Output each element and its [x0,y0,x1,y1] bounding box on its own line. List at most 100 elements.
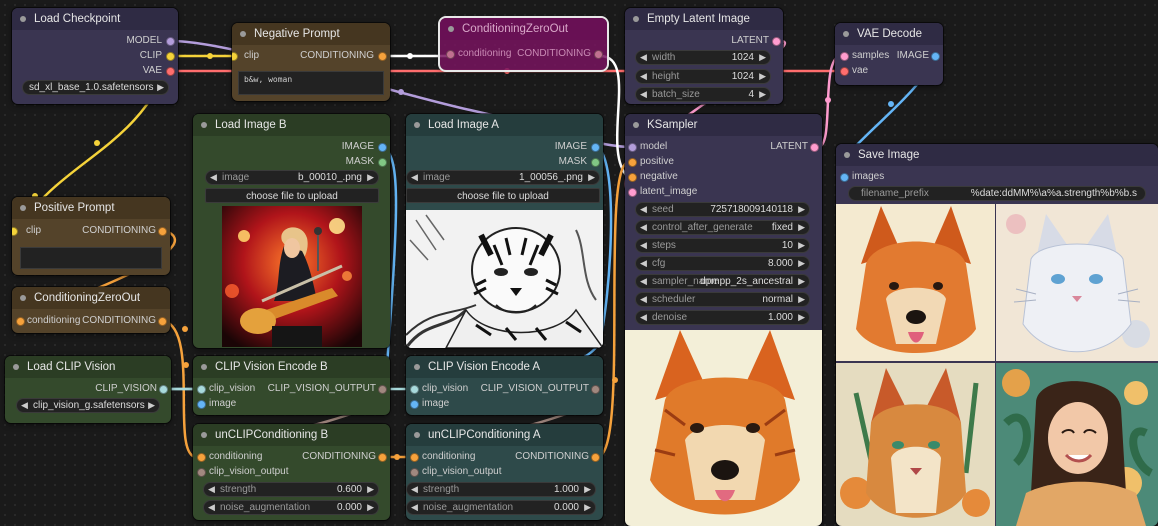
chevron-right-icon[interactable]: ▶ [148,400,155,411]
node-title[interactable]: Load Checkpoint [12,8,178,30]
prompt-text-area[interactable]: b&w, woman [238,71,384,95]
output-socket-mask[interactable] [591,158,600,167]
input-socket-clip-vision-output[interactable] [410,468,419,477]
clip-vision-encode-b-node[interactable]: CLIP Vision Encode B clip_vision image C… [193,356,390,415]
strength-widget[interactable]: ◀ strength 1.000 ▶ [406,482,596,497]
noise-augmentation-widget[interactable]: ◀ noise_augmentation 0.000 ▶ [406,500,596,515]
chevron-right-icon[interactable]: ▶ [759,52,766,63]
chevron-left-icon[interactable]: ◀ [21,400,28,411]
chevron-left-icon[interactable]: ◀ [210,172,217,183]
image-select-widget[interactable]: ◀ image b_00010_.png ▶ [205,170,379,185]
conditioning-zeroout-left-node[interactable]: ConditioningZeroOut conditioning CONDITI… [12,287,170,333]
chevron-left-icon[interactable]: ◀ [411,502,418,513]
output-socket-mask[interactable] [378,158,387,167]
image-select-widget[interactable]: ◀ image 1_00056_.png ▶ [406,170,600,185]
chevron-left-icon[interactable]: ◀ [640,89,647,100]
choose-file-button[interactable]: choose file to upload [205,188,379,203]
input-socket-positive[interactable] [628,158,637,167]
chevron-right-icon[interactable]: ▶ [157,82,164,93]
chevron-right-icon[interactable]: ▶ [367,484,374,495]
chevron-right-icon[interactable]: ▶ [798,312,805,323]
input-socket-image[interactable] [197,400,206,409]
strength-widget[interactable]: ◀ strength 0.600 ▶ [203,482,379,497]
prompt-text-area[interactable] [20,247,162,269]
input-socket-image[interactable] [410,400,419,409]
input-socket-conditioning[interactable] [446,50,455,59]
batch-size-widget[interactable]: ◀ batch_size 4 ▶ [635,87,771,102]
node-title[interactable]: ConditioningZeroOut [12,287,170,309]
unclip-conditioning-b-node[interactable]: unCLIPConditioning B conditioning clip_v… [193,424,390,520]
chevron-left-icon[interactable]: ◀ [411,172,418,183]
input-socket-conditioning[interactable] [16,317,25,326]
chevron-right-icon[interactable]: ▶ [798,240,805,251]
steps-widget[interactable]: ◀ steps 10 ▶ [635,238,810,253]
input-socket-conditioning[interactable] [197,453,206,462]
chevron-right-icon[interactable]: ▶ [367,172,374,183]
cfg-widget[interactable]: ◀ cfg 8.000 ▶ [635,256,810,271]
output-socket-clip[interactable] [166,52,175,61]
node-title[interactable]: ConditioningZeroOut [440,18,607,40]
node-title[interactable]: unCLIPConditioning A [406,424,603,446]
input-socket-clip-vision[interactable] [197,385,206,394]
chevron-left-icon[interactable]: ◀ [640,240,647,251]
output-socket-latent[interactable] [772,37,781,46]
output-socket-conditioning[interactable] [158,317,167,326]
chevron-right-icon[interactable]: ▶ [588,172,595,183]
clip-vision-encode-a-node[interactable]: CLIP Vision Encode A clip_vision image C… [406,356,603,415]
ksampler-node[interactable]: KSampler model positive negative latent_… [625,114,822,526]
chevron-left-icon[interactable]: ◀ [208,484,215,495]
chevron-right-icon[interactable]: ▶ [584,484,591,495]
node-title[interactable]: Save Image [836,144,1158,166]
chevron-right-icon[interactable]: ▶ [798,294,805,305]
unclip-conditioning-a-node[interactable]: unCLIPConditioning A conditioning clip_v… [406,424,603,520]
chevron-right-icon[interactable]: ▶ [759,89,766,100]
output-socket-image[interactable] [931,52,940,61]
output-socket-clip-vision[interactable] [159,385,168,394]
node-title[interactable]: CLIP Vision Encode B [193,356,390,378]
input-socket-vae[interactable] [840,67,849,76]
vae-decode-node[interactable]: VAE Decode samples vae IMAGE [835,23,943,85]
node-title[interactable]: VAE Decode [835,23,943,45]
width-widget[interactable]: ◀ width 1024 ▶ [635,50,771,65]
output-socket-conditioning[interactable] [591,453,600,462]
output-socket-clip-vision-output[interactable] [378,385,387,394]
save-image-node[interactable]: Save Image images filename_prefix %date:… [836,144,1158,526]
chevron-left-icon[interactable]: ◀ [208,502,215,513]
output-socket-model[interactable] [166,37,175,46]
choose-file-button[interactable]: choose file to upload [406,188,600,203]
node-title[interactable]: KSampler [625,114,822,136]
chevron-right-icon[interactable]: ▶ [798,204,805,215]
chevron-left-icon[interactable]: ◀ [640,204,647,215]
node-title[interactable]: Negative Prompt [232,23,390,45]
chevron-left-icon[interactable]: ◀ [640,71,647,82]
output-socket-conditioning[interactable] [158,227,167,236]
input-socket-conditioning[interactable] [410,453,419,462]
sampler-name-widget[interactable]: ◀ sampler_name dpmpp_2s_ancestral ▶ [635,274,810,289]
input-socket-clip[interactable] [232,52,238,61]
input-socket-clip-vision[interactable] [410,385,419,394]
chevron-left-icon[interactable]: ◀ [640,276,647,287]
chevron-right-icon[interactable]: ▶ [798,258,805,269]
input-socket-images[interactable] [840,173,849,182]
chevron-left-icon[interactable]: ◀ [640,52,647,63]
chevron-left-icon[interactable]: ◀ [640,294,647,305]
chevron-right-icon[interactable]: ▶ [798,222,805,233]
output-socket-vae[interactable] [166,67,175,76]
chevron-left-icon[interactable]: ◀ [411,484,418,495]
input-socket-negative[interactable] [628,173,637,182]
chevron-left-icon[interactable]: ◀ [640,222,647,233]
output-socket-clip-vision-output[interactable] [591,385,600,394]
negative-prompt-node[interactable]: Negative Prompt clip CONDITIONING b&w, w… [232,23,390,101]
scheduler-widget[interactable]: ◀ scheduler normal ▶ [635,292,810,307]
denoise-widget[interactable]: ◀ denoise 1.000 ▶ [635,310,810,325]
output-socket-latent[interactable] [810,143,819,152]
input-socket-clip-vision-output[interactable] [197,468,206,477]
chevron-left-icon[interactable]: ◀ [640,312,647,323]
positive-prompt-node[interactable]: Positive Prompt clip CONDITIONING [12,197,170,275]
output-socket-image[interactable] [378,143,387,152]
seed-widget[interactable]: ◀ seed 725718009140118 ▶ [635,202,810,217]
output-socket-conditioning[interactable] [378,52,387,61]
conditioning-zeroout-top-node[interactable]: ConditioningZeroOut conditioning CONDITI… [438,16,609,72]
height-widget[interactable]: ◀ height 1024 ▶ [635,69,771,84]
noise-augmentation-widget[interactable]: ◀ noise_augmentation 0.000 ▶ [203,500,379,515]
